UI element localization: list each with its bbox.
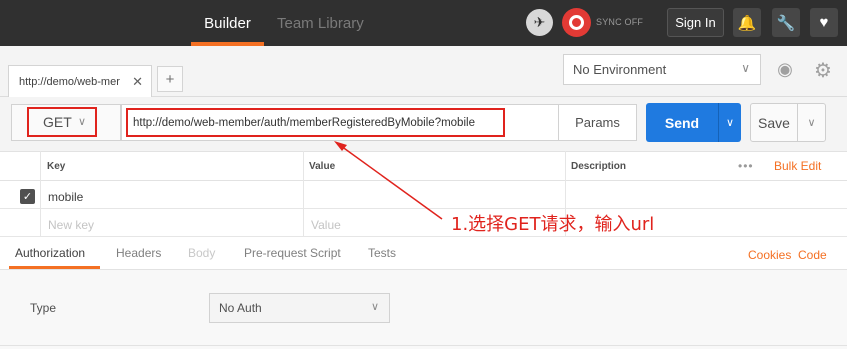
heart-icon[interactable]: ♥	[810, 8, 838, 37]
sync-status-label: SYNC OFF	[596, 17, 644, 27]
cookies-link[interactable]: Cookies	[748, 248, 791, 262]
params-table-header	[0, 151, 847, 181]
more-options-icon[interactable]: •••	[738, 159, 754, 173]
add-tab-button[interactable]: +	[157, 66, 183, 92]
params-button[interactable]: Params	[559, 104, 637, 141]
tab-headers[interactable]: Headers	[116, 246, 161, 260]
chevron-down-icon: ∨	[725, 117, 735, 129]
method-select[interactable]: GET ∨	[27, 107, 97, 137]
send-dropdown-button[interactable]: ∨	[718, 103, 741, 142]
save-dropdown-button[interactable]: ∨	[797, 103, 826, 142]
active-subtab-indicator	[9, 266, 100, 269]
new-key-input[interactable]: New key	[48, 218, 94, 232]
chevron-down-icon: ∨	[370, 301, 379, 313]
eye-icon[interactable]: ◉	[772, 59, 798, 79]
tab-authorization[interactable]: Authorization	[15, 246, 85, 260]
tab-tests[interactable]: Tests	[368, 246, 396, 260]
param-key-cell[interactable]: mobile	[48, 190, 83, 204]
column-description-header: Description	[571, 161, 627, 172]
bulk-edit-link[interactable]: Bulk Edit	[774, 159, 821, 173]
tab-team-library[interactable]: Team Library	[277, 0, 364, 46]
column-key-header: Key	[47, 161, 66, 172]
table-row-new	[0, 209, 847, 237]
gear-icon[interactable]: ⚙	[811, 58, 835, 82]
row-enabled-checkbox[interactable]: ✓	[20, 189, 35, 204]
wrench-icon[interactable]: 🔧	[772, 8, 800, 37]
method-value: GET	[43, 114, 72, 130]
environment-select[interactable]: No Environment ∨	[563, 54, 761, 85]
tab-body[interactable]: Body	[188, 246, 215, 260]
new-value-input[interactable]: Value	[311, 218, 341, 232]
sign-in-button[interactable]: Sign In	[667, 8, 724, 37]
table-row	[0, 181, 847, 209]
chevron-down-icon: ∨	[741, 61, 750, 75]
url-input[interactable]: http://demo/web-member/auth/memberRegist…	[126, 108, 505, 137]
auth-type-value: No Auth	[219, 301, 262, 315]
request-tab-label: http://demo/web-mer	[19, 75, 120, 88]
auth-type-select[interactable]: No Auth ∨	[209, 293, 390, 323]
tab-pre-request-script[interactable]: Pre-request Script	[244, 246, 341, 260]
code-link[interactable]: Code	[798, 248, 827, 262]
request-tab[interactable]: http://demo/web-mer ✕	[8, 65, 152, 97]
send-button[interactable]: Send	[646, 103, 718, 142]
divider	[0, 345, 847, 346]
auth-type-label: Type	[30, 301, 57, 315]
close-icon[interactable]: ✕	[132, 74, 143, 90]
environment-value: No Environment	[573, 62, 667, 77]
column-value-header: Value	[309, 161, 336, 172]
tab-builder[interactable]: Builder	[191, 0, 264, 46]
authorization-panel	[0, 270, 847, 349]
chevron-down-icon: ∨	[807, 117, 816, 129]
bell-icon[interactable]: 🔔	[733, 8, 761, 37]
annotation-text: 1.选择GET请求，输入url	[451, 214, 655, 235]
chevron-down-icon: ∨	[77, 116, 86, 128]
satellite-icon[interactable]: ✈	[526, 9, 553, 36]
sync-icon[interactable]	[562, 8, 591, 37]
save-button[interactable]: Save	[750, 103, 798, 142]
